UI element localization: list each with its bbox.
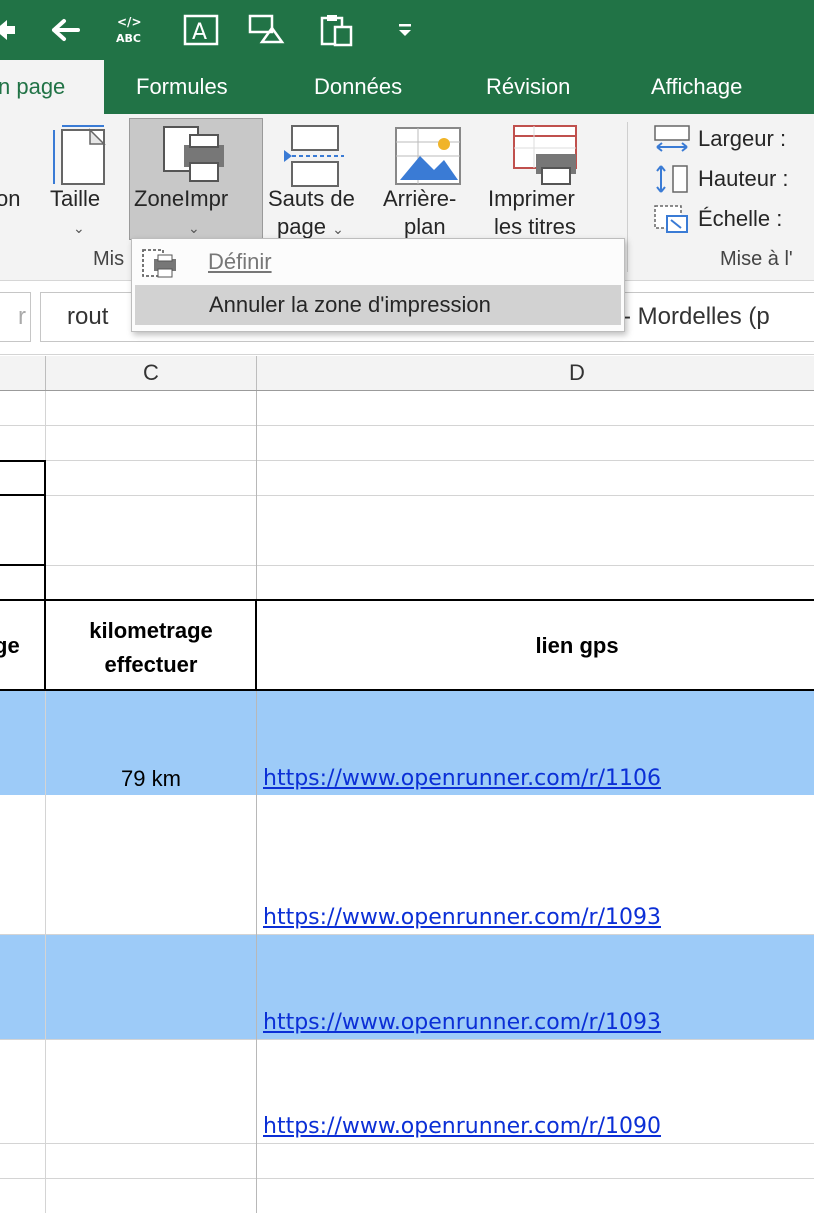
tab-affichage[interactable]: Affichage [651, 60, 742, 114]
background-image-icon [394, 126, 462, 193]
imprimer-titres-line2[interactable]: les titres [494, 213, 576, 241]
gps-link[interactable]: https://www.openrunner.com/r/1093 [263, 905, 661, 930]
tab-revision[interactable]: Révision [486, 60, 570, 114]
print-area-icon [160, 123, 232, 192]
scale-icon [653, 204, 691, 239]
customize-qat-icon[interactable] [386, 12, 424, 48]
table-border [0, 689, 814, 691]
zone-impr-dropdown: Définir Annuler la zone d'impression [131, 238, 625, 332]
group-label-mise-a-l-echelle: Mise à l' [720, 248, 793, 270]
chevron-down-icon: ⌄ [73, 220, 85, 236]
quick-access-toolbar: </> ABC A [0, 0, 814, 60]
text-box-icon[interactable]: A [182, 12, 220, 48]
table-border [0, 494, 46, 496]
column-header-d[interactable]: D [257, 356, 814, 390]
table-border [0, 599, 814, 601]
table-border [44, 460, 46, 600]
annuler-menu-item-label: Annuler la zone d'impression [209, 292, 491, 317]
undo-icon[interactable] [46, 12, 84, 48]
ribbon-tabs: n page Formules Données Révision Afficha… [0, 60, 814, 114]
gridline [0, 1143, 814, 1144]
group-label-mise-en-page: Mis [93, 248, 125, 270]
gridline [0, 1039, 814, 1040]
tab-donnees[interactable]: Données [314, 60, 402, 114]
tab-mise-en-page[interactable]: n page [0, 60, 104, 114]
gridline [0, 495, 814, 496]
group-separator [627, 122, 628, 272]
gridline [0, 565, 814, 566]
svg-text:ABC: ABC [116, 32, 141, 45]
header-cell-b: ge [0, 633, 20, 658]
table-border [0, 564, 46, 566]
arriere-plan-button[interactable]: Arrière- [383, 185, 456, 213]
gridline [256, 391, 257, 1213]
column-divider [45, 356, 46, 390]
spelling-abc-icon[interactable]: </> ABC [112, 12, 150, 48]
zone-impr-label: ZoneImpr [134, 186, 229, 211]
taille-button[interactable]: Taille [50, 185, 100, 213]
column-header-row: C D [0, 356, 814, 391]
header-cell-kilometrage: kilometrage effectuer [89, 618, 213, 677]
svg-text:</>: </> [117, 15, 142, 29]
page-break-icon [282, 124, 346, 193]
gps-link[interactable]: https://www.openrunner.com/r/1106 [263, 766, 661, 791]
gps-link[interactable]: https://www.openrunner.com/r/1093 [263, 1010, 661, 1035]
worksheet-grid: ge kilometrage effectuer lien gps 79 km … [0, 391, 814, 1213]
arriere-plan-line2[interactable]: plan [404, 213, 446, 241]
gridline [0, 1178, 814, 1179]
width-icon [653, 124, 691, 159]
print-titles-icon [512, 124, 580, 193]
gridline [0, 425, 814, 426]
imprimer-titres-button[interactable]: Imprimer [488, 185, 575, 213]
gridline [0, 934, 814, 935]
annuler-menu-item[interactable]: Annuler la zone d'impression [135, 285, 621, 325]
table-border [0, 460, 46, 462]
zone-impr-button[interactable]: ZoneImpr ⌄ [129, 118, 263, 240]
svg-text:A: A [192, 20, 207, 45]
orientation-button-label[interactable]: on [0, 185, 20, 213]
size-icon[interactable] [50, 124, 110, 188]
echelle-label[interactable]: Échelle : [698, 205, 782, 233]
sauts-de-page-button[interactable]: Sauts de [268, 185, 355, 213]
save-forward-icon[interactable] [0, 12, 24, 48]
hauteur-label[interactable]: Hauteur : [698, 165, 789, 193]
gps-link[interactable]: https://www.openrunner.com/r/1090 [263, 1114, 661, 1139]
shapes-icon[interactable] [248, 12, 286, 48]
column-divider [256, 356, 257, 390]
column-header-c[interactable]: C [46, 356, 256, 390]
tab-formules[interactable]: Formules [136, 60, 228, 114]
definir-menu-item[interactable]: Définir [208, 249, 272, 275]
print-area-define-icon [140, 247, 180, 284]
gridline [0, 460, 814, 461]
header-cell-lien-gps: lien gps [535, 633, 619, 658]
height-icon [653, 164, 691, 199]
largeur-label[interactable]: Largeur : [698, 125, 786, 153]
table-cell-km: 79 km [121, 766, 181, 791]
name-box-partial[interactable]: r [0, 292, 31, 342]
paste-clipboard-icon[interactable] [318, 12, 356, 48]
